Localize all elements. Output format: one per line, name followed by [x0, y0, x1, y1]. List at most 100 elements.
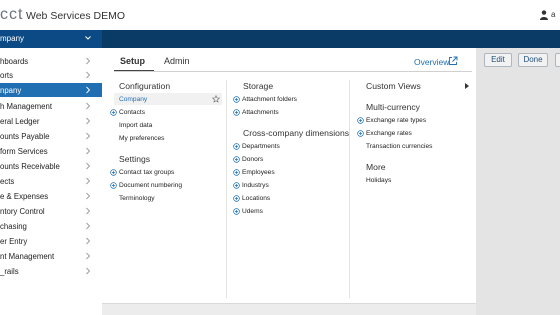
add-circle-icon[interactable]: [233, 208, 240, 215]
add-circle-icon[interactable]: [110, 169, 117, 176]
menu-item-label: Attachment folders: [242, 96, 297, 103]
sidebar-item-cash-management[interactable]: h Management: [0, 99, 102, 113]
dimensions-heading: Cross-company dimensions: [243, 128, 350, 138]
sidebar-item-label: chasing: [0, 222, 27, 231]
chevron-right-icon: [86, 267, 91, 275]
menu-item-label: Company: [119, 96, 148, 103]
external-link-icon[interactable]: [448, 56, 458, 66]
sidebar-item-accounts-receivable[interactable]: ounts Receivable: [0, 159, 102, 173]
sidebar-item-label: ounts Payable: [0, 132, 50, 141]
settings-heading: Settings: [119, 154, 151, 164]
chevron-right-icon: [86, 57, 91, 65]
sidebar-item-label: ects: [0, 177, 15, 186]
add-circle-icon[interactable]: [110, 109, 117, 116]
menu-item-label: Departments: [242, 143, 280, 150]
company-menu-label: mpany: [0, 34, 25, 43]
sidebar-item-time-expenses[interactable]: e & Expenses: [0, 189, 102, 203]
chevron-right-icon: [86, 207, 91, 215]
column-divider: [226, 80, 227, 298]
add-circle-icon[interactable]: [233, 169, 240, 176]
chevron-right-icon: [86, 71, 91, 79]
sidebar-item-label: _rails: [0, 267, 19, 276]
add-circle-icon[interactable]: [357, 117, 364, 124]
company-menu-button[interactable]: mpany: [0, 30, 102, 48]
sidebar-item-purchasing[interactable]: chasing: [0, 219, 102, 233]
chevron-right-icon: [86, 117, 91, 125]
sidebar: hboards orts npany h Management eral Led…: [0, 48, 102, 315]
add-circle-icon[interactable]: [233, 182, 240, 189]
sidebar-item-company[interactable]: npany: [0, 83, 102, 97]
menu-item-label: Exchange rate types: [366, 117, 427, 124]
app-logo[interactable]: cct: [0, 6, 23, 24]
main-navbar: mpany: [0, 30, 560, 48]
menu-item-label: My preferences: [119, 135, 165, 142]
sidebar-item-label: hboards: [0, 57, 29, 66]
menu-item-label: Document numbering: [119, 182, 183, 189]
tab-setup[interactable]: Setup: [120, 56, 145, 66]
sidebar-item-label: h Management: [0, 102, 53, 111]
sidebar-item-reports[interactable]: orts: [0, 68, 102, 82]
chevron-right-icon: [86, 102, 91, 110]
menu-item-label: Terminology: [119, 195, 155, 202]
user-icon: [540, 10, 548, 20]
sidebar-item-grant-management[interactable]: nt Management: [0, 249, 102, 263]
chevron-right-icon: [86, 147, 91, 155]
star-icon[interactable]: [212, 95, 220, 103]
menu-item-label: Contact tax groups: [119, 169, 175, 176]
sidebar-item-projects[interactable]: ects: [0, 174, 102, 188]
done-button[interactable]: Done: [518, 53, 548, 67]
more-heading: More: [366, 162, 386, 172]
add-circle-icon[interactable]: [357, 130, 364, 137]
menu-item-label: Attachments: [242, 109, 279, 116]
more-button[interactable]: [555, 53, 560, 67]
sidebar-item-platform-services[interactable]: form Services: [0, 144, 102, 158]
chevron-right-icon: [86, 237, 91, 245]
multicurrency-heading: Multi-currency: [366, 102, 420, 112]
menu-item-label: Holidays: [366, 177, 392, 184]
sidebar-item-dashboards[interactable]: hboards: [0, 54, 102, 68]
sidebar-item-label: npany: [0, 86, 22, 95]
storage-heading: Storage: [243, 81, 274, 91]
sidebar-item-rails[interactable]: _rails: [0, 264, 102, 278]
add-circle-icon[interactable]: [110, 182, 117, 189]
menu-item-label: Transaction currencies: [366, 143, 433, 150]
sidebar-item-label: orts: [0, 71, 13, 80]
column-divider: [349, 80, 350, 298]
sidebar-item-label: form Services: [0, 147, 48, 156]
chevron-right-icon: [86, 132, 91, 140]
sidebar-item-label: eral Ledger: [0, 117, 40, 126]
menu-item-label: Udems: [242, 208, 263, 215]
sidebar-item-accounts-payable[interactable]: ounts Payable: [0, 129, 102, 143]
add-circle-icon[interactable]: [233, 109, 240, 116]
sidebar-item-order-entry[interactable]: er Entry: [0, 234, 102, 248]
chevron-right-icon: [86, 192, 91, 200]
tab-admin[interactable]: Admin: [164, 56, 190, 66]
sidebar-item-label: ounts Receivable: [0, 162, 60, 171]
add-circle-icon[interactable]: [233, 96, 240, 103]
sidebar-item-general-ledger[interactable]: eral Ledger: [0, 114, 102, 128]
sidebar-item-inventory-control[interactable]: ntory Control: [0, 204, 102, 218]
tabs-divider: [114, 71, 472, 72]
user-menu[interactable]: a: [540, 10, 560, 22]
menu-item-label: Exchange rates: [366, 130, 412, 137]
sidebar-item-label: er Entry: [0, 237, 28, 246]
company-title: Web Services DEMO: [26, 10, 125, 22]
top-header: cct Web Services DEMO a: [0, 0, 560, 30]
configuration-heading: Configuration: [119, 81, 171, 91]
add-circle-icon[interactable]: [233, 156, 240, 163]
chevron-right-icon: [86, 177, 91, 185]
add-circle-icon[interactable]: [233, 143, 240, 150]
menu-item-label: Import data: [119, 122, 153, 129]
sidebar-item-label: nt Management: [0, 252, 55, 261]
caret-right-icon: [465, 83, 469, 89]
company-mega-menu: Setup Admin Overview Configuration Compa…: [102, 48, 476, 304]
overview-link[interactable]: Overview: [414, 57, 449, 67]
custom-views-heading[interactable]: Custom Views: [366, 81, 421, 91]
chevron-right-icon: [86, 162, 91, 170]
edit-button[interactable]: Edit: [484, 53, 512, 67]
chevron-right-icon: [86, 252, 91, 260]
add-circle-icon[interactable]: [233, 195, 240, 202]
sidebar-item-label: ntory Control: [0, 207, 45, 216]
sidebar-item-label: e & Expenses: [0, 192, 49, 201]
chevron-down-icon: [85, 36, 91, 40]
